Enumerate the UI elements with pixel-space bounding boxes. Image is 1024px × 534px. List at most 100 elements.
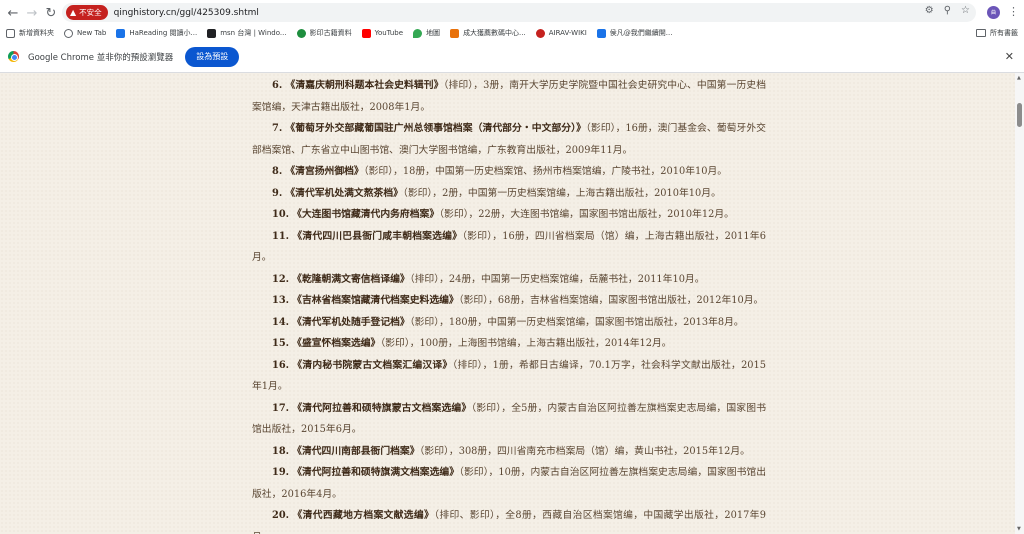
bookmark-star-icon[interactable]: ☆ — [961, 5, 970, 16]
site-icon — [450, 28, 460, 38]
entry-details: （影印），2册，中国第一历史档案馆编，上海古籍出版社，2010年10月。 — [402, 187, 721, 199]
list-item: 19. 《清代阿拉善和硕特旗满文档案选编》（影印），10册，内蒙古自治区阿拉善左… — [252, 462, 766, 505]
entry-number: 12. — [272, 273, 290, 285]
article-body: 6. 《清嘉庆朝刑科题本社会史料辑刊》（排印），3册，南开大学历史学院暨中国社会… — [252, 75, 766, 534]
msn-icon — [207, 28, 217, 38]
entry-title: 《清代四川巴县衙门咸丰朝档案选编》 — [292, 230, 463, 242]
entry-details: （影印），100册，上海图书馆编，上海古籍出版社，2014年12月。 — [380, 338, 672, 349]
list-item: 6. 《清嘉庆朝刑科题本社会史料辑刊》（排印），3册，南开大学历史学院暨中国社会… — [252, 75, 766, 118]
warning-icon: ▲ — [70, 8, 77, 17]
entry-title: 《葡萄牙外交部藏葡国驻广州总领事馆档案（清代部分・中文部分）》 — [285, 123, 586, 134]
back-arrow-icon[interactable]: ← — [4, 4, 22, 22]
entry-number: 10. — [272, 209, 290, 220]
wiki-icon — [535, 28, 545, 38]
entry-number: 13. — [272, 295, 290, 306]
folder-icon — [976, 29, 986, 37]
scrollbar-thumb[interactable] — [1017, 103, 1022, 127]
list-item: 13. 《吉林省档案馆藏清代档案史料选编》（影印），68册，吉林省档案馆编，国家… — [252, 290, 766, 312]
bookmark-item[interactable]: 地圖 — [413, 28, 440, 38]
entry-number: 15. — [272, 338, 290, 349]
list-item: 18. 《清代四川南部县衙门档案》（影印），308册，四川省南充市档案局（馆）编… — [252, 441, 766, 463]
entry-title: 《清代军机处满文熬茶档》 — [285, 187, 403, 199]
entry-number: 7. — [272, 123, 283, 134]
entry-number: 17. — [272, 402, 290, 414]
profile-avatar[interactable]: 曲 — [987, 6, 1000, 19]
chrome-logo-icon — [8, 51, 19, 62]
bookmark-item[interactable]: msn 台灣 | Windo... — [207, 28, 287, 38]
reload-icon[interactable]: ↻ — [42, 4, 60, 22]
page-icon — [596, 28, 606, 38]
scroll-down-icon[interactable]: ▼ — [1017, 526, 1021, 532]
set-default-button[interactable]: 設為預設 — [185, 46, 240, 67]
youtube-icon — [361, 28, 371, 38]
bookmark-item[interactable]: New Tab — [64, 28, 106, 38]
bookmarks-bar: 新增資料夾 New Tab HaReading 閱讀小... msn 台灣 | … — [0, 25, 1024, 41]
entry-title: 《吉林省档案馆藏清代档案史料选编》 — [292, 295, 459, 306]
bookmark-item[interactable]: 成大獲薦數碼中心... — [450, 28, 526, 38]
list-item: 17. 《清代阿拉善和硕特旗蒙古文档案选编》（影印），全5册，内蒙古自治区阿拉善… — [252, 398, 766, 441]
entry-number: 6. — [272, 80, 283, 91]
infobar-message: Google Chrome 並非你的預設瀏覽器 — [28, 52, 174, 63]
bookmark-item[interactable]: AIRAV-WIKI — [535, 28, 587, 38]
url-text[interactable]: qinghistory.cn/ggl/425309.shtml — [114, 8, 259, 18]
entry-title: 《清嘉庆朝刑科题本社会史料辑刊》 — [285, 80, 444, 91]
omnibox-actions: ⚙ ⚲ ☆ — [925, 5, 970, 16]
globe-icon — [64, 28, 73, 38]
entry-number: 20. — [272, 510, 290, 521]
entry-title: 《清代军机处随手登记档》 — [292, 316, 410, 328]
list-item: 15. 《盛宣怀档案选编》（影印），100册，上海图书馆编，上海古籍出版社，20… — [252, 333, 766, 355]
vertical-scrollbar[interactable]: ▲ ▼ — [1015, 73, 1024, 534]
entry-number: 11. — [272, 230, 290, 242]
list-item: 12. 《乾隆朝满文寄信档译编》（排印），24册，中国第一历史档案馆编，岳麓书社… — [252, 269, 766, 291]
entry-title: 《清内秘书院蒙古文档案汇编汉译》 — [292, 359, 453, 371]
page-content: 6. 《清嘉庆朝刑科题本社会史料辑刊》（排印），3册，南开大学历史学院暨中国社会… — [0, 73, 1015, 534]
entry-title: 《清代西藏地方档案文献选编》 — [292, 510, 435, 521]
security-chip[interactable]: ▲ 不安全 — [66, 5, 108, 20]
forward-arrow-icon[interactable]: → — [23, 4, 41, 22]
entry-number: 18. — [272, 445, 290, 457]
bookmark-item[interactable]: HaReading 閱讀小... — [116, 28, 197, 38]
list-item: 16. 《清内秘书院蒙古文档案汇编汉译》（排印），1册，希都日古编译，70.1万… — [252, 355, 766, 398]
list-item: 14. 《清代军机处随手登记档》（影印），180册，中国第一历史档案馆编，国家图… — [252, 312, 766, 334]
maps-icon — [413, 28, 423, 38]
entry-title: 《大连图书馆藏清代内务府档案》 — [292, 209, 440, 220]
entry-details: （影印），18册，中国第一历史档案馆、扬州市档案馆编，广陵书社，2010年10月… — [363, 166, 728, 177]
entry-details: （影印），180册，中国第一历史档案馆编，国家图书馆出版社，2013年8月。 — [409, 316, 744, 328]
entry-number: 9. — [272, 187, 283, 199]
entry-number: 16. — [272, 359, 290, 371]
bookmark-item[interactable]: 侯凡@我們繼續開... — [596, 28, 672, 38]
all-bookmarks-button[interactable]: 所有書籤 — [976, 25, 1018, 41]
translate-icon[interactable]: ⚙ — [925, 5, 934, 16]
entry-title: 《清代阿拉善和硕特旗满文档案选编》 — [292, 467, 460, 478]
entry-number: 14. — [272, 316, 290, 328]
entry-details: （影印），68册，吉林省档案馆编，国家图书馆出版社，2012年10月。 — [458, 295, 764, 306]
reading-icon — [116, 28, 126, 38]
entry-title: 《乾隆朝满文寄信档译编》 — [292, 273, 410, 285]
list-item: 10. 《大连图书馆藏清代内务府档案》（影印），22册，大连图书馆编，国家图书馆… — [252, 204, 766, 226]
entry-number: 19. — [272, 467, 290, 478]
list-item: 7. 《葡萄牙外交部藏葡国驻广州总领事馆档案（清代部分・中文部分）》（影印），1… — [252, 118, 766, 161]
list-item: 11. 《清代四川巴县衙门咸丰朝档案选编》（影印），16册，四川省档案局（馆）编… — [252, 226, 766, 269]
entry-details: （影印），22册，大连图书馆编，国家图书馆出版社，2010年12月。 — [439, 209, 734, 220]
menu-dots-icon[interactable]: ⋮ — [1008, 5, 1019, 18]
list-item: 20. 《清代西藏地方档案文献选编》（排印、影印），全8册，西藏自治区档案馆编，… — [252, 505, 766, 534]
entry-title: 《清宫扬州御档》 — [285, 166, 364, 177]
list-item: 9. 《清代军机处满文熬茶档》（影印），2册，中国第一历史档案馆编，上海古籍出版… — [252, 183, 766, 205]
list-item: 8. 《清宫扬州御档》（影印），18册，中国第一历史档案馆、扬州市档案馆编，广陵… — [252, 161, 766, 183]
book-icon — [296, 28, 306, 38]
folder-icon — [6, 28, 15, 38]
bookmark-item[interactable]: 新增資料夾 — [6, 28, 54, 38]
scroll-up-icon[interactable]: ▲ — [1017, 75, 1021, 81]
entry-title: 《盛宣怀档案选编》 — [292, 338, 381, 349]
bookmark-item[interactable]: YouTube — [361, 28, 403, 38]
close-icon[interactable]: ✕ — [1005, 50, 1014, 63]
entry-title: 《清代阿拉善和硕特旗蒙古文档案选编》 — [292, 402, 472, 414]
entry-number: 8. — [272, 166, 283, 177]
entry-details: （影印），308册，四川省南充市档案局（馆）编，黄山书社，2015年12月。 — [419, 445, 750, 457]
zoom-icon[interactable]: ⚲ — [944, 5, 951, 16]
default-browser-infobar: Google Chrome 並非你的預設瀏覽器 設為預設 ✕ — [0, 41, 1024, 73]
bookmark-item[interactable]: 影印古籍資料 — [296, 28, 352, 38]
entry-title: 《清代四川南部县衙门档案》 — [292, 445, 420, 457]
address-bar[interactable]: ▲ 不安全 qinghistory.cn/ggl/425309.shtml ⚙ … — [62, 3, 976, 22]
security-label: 不安全 — [79, 8, 102, 17]
